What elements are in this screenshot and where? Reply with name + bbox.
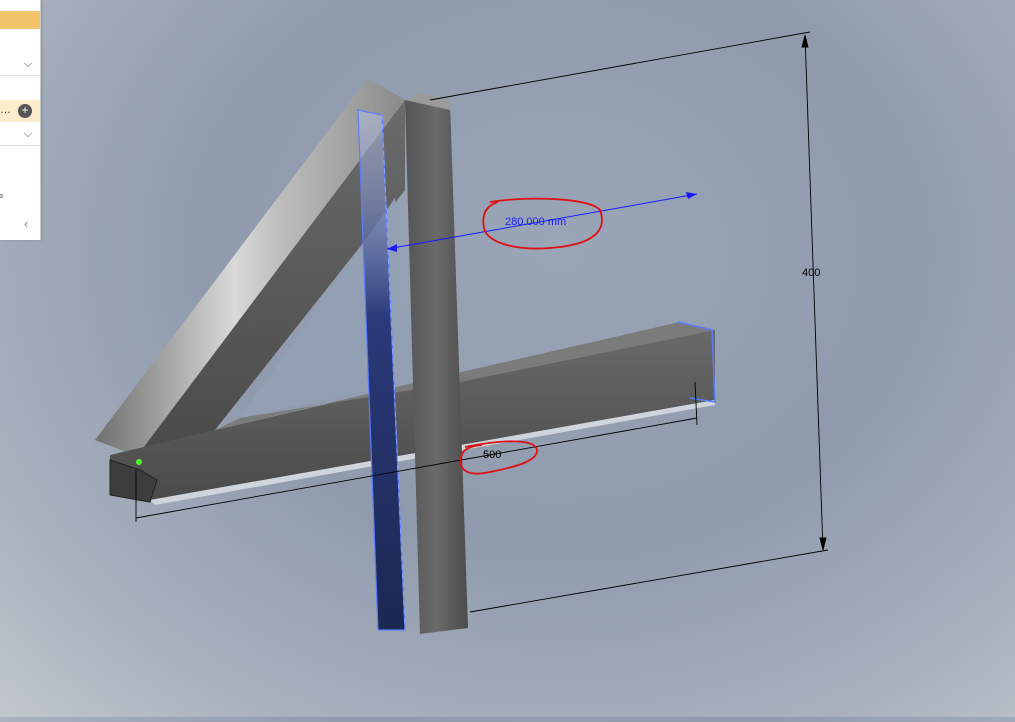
chevron-down-icon[interactable]: ⌵: [24, 58, 32, 71]
model-geometry[interactable]: [95, 78, 716, 634]
dimension-280-label[interactable]: 280.000 mm: [505, 216, 566, 228]
plus-circle-icon[interactable]: +: [18, 104, 32, 118]
area-unit-label: ²: [0, 192, 3, 202]
panel-dropdown-2[interactable]: ⌵: [0, 125, 40, 146]
panel-selected-row[interactable]: [0, 11, 40, 29]
chevron-down-icon[interactable]: ⌵: [24, 128, 32, 141]
properties-panel: ⌵ … + ⌵ ² ‹: [0, 0, 41, 240]
3d-viewport[interactable]: 280.000 mm 500 400: [0, 0, 1015, 717]
panel-field[interactable]: … +: [0, 100, 40, 122]
dimension-500-label[interactable]: 500: [483, 449, 501, 461]
collapse-panel-icon[interactable]: ‹: [24, 216, 28, 231]
vertical-bar-face[interactable]: [405, 100, 468, 634]
dimension-400-label[interactable]: 400: [802, 267, 820, 279]
field-value: …: [0, 104, 11, 116]
origin-marker: [136, 459, 142, 465]
panel-dropdown-1[interactable]: ⌵: [0, 55, 40, 76]
